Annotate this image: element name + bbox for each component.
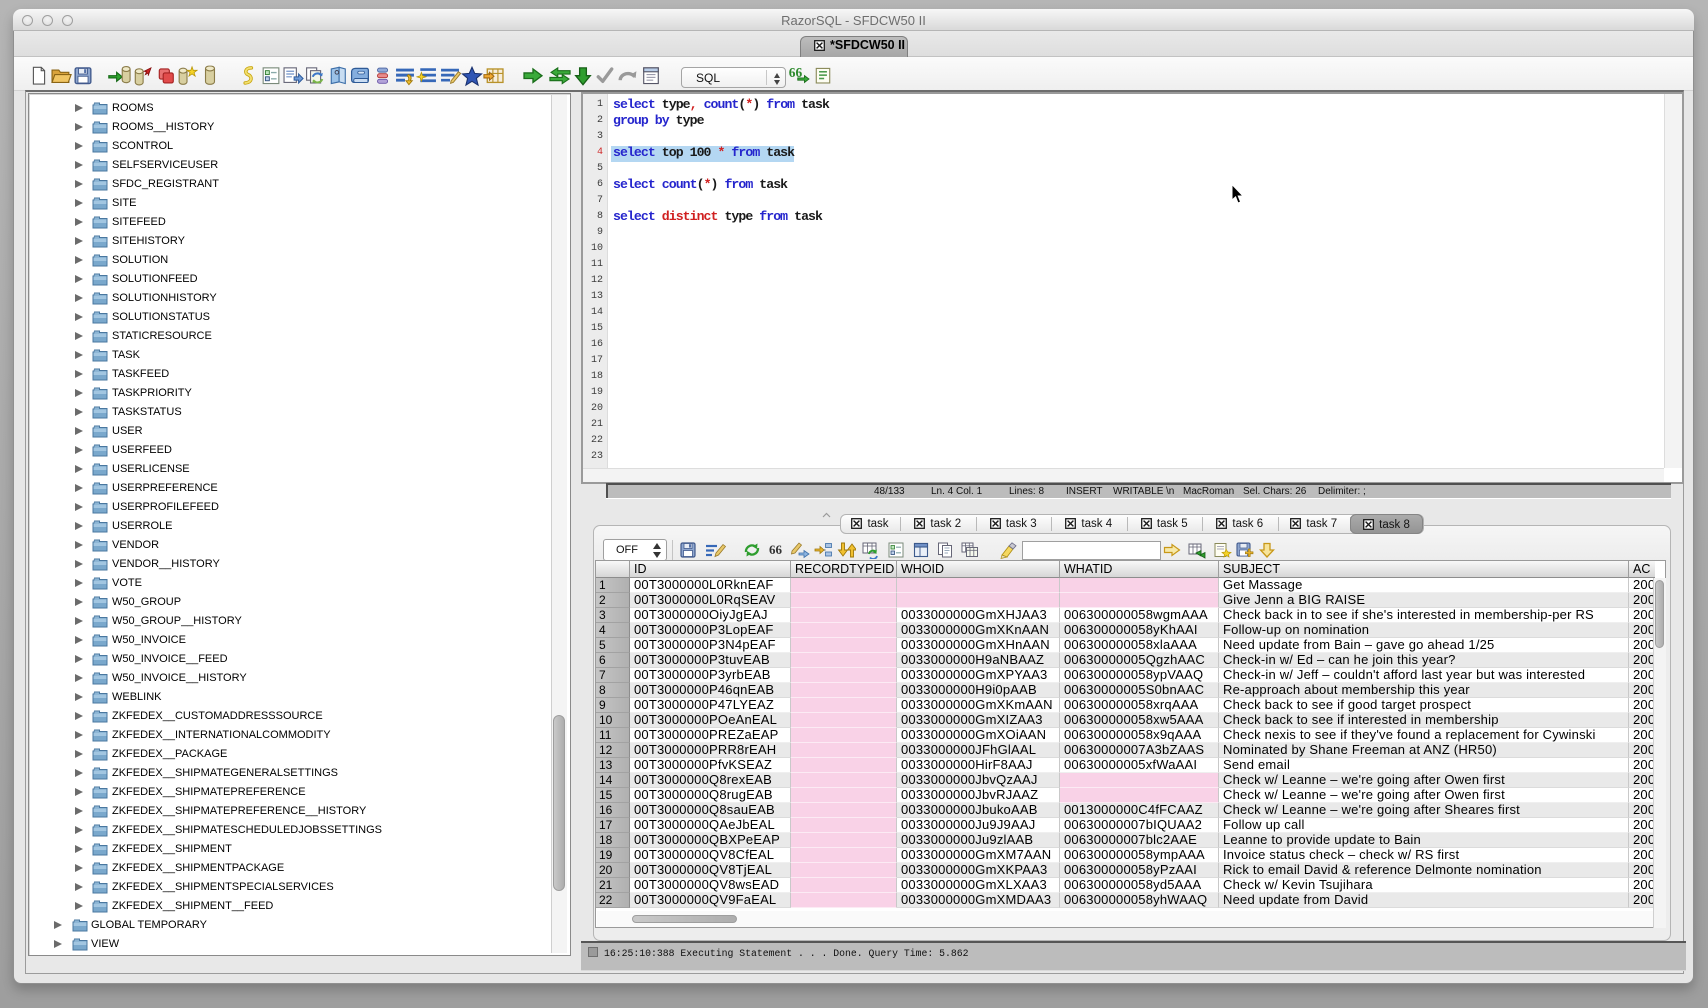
- svg-text:66: 66: [769, 542, 783, 557]
